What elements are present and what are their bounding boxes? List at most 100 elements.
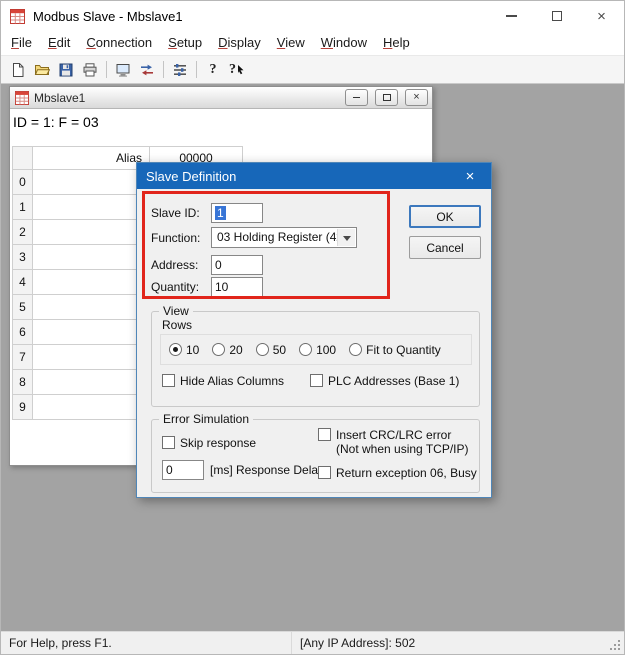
alias-cell[interactable] (33, 370, 150, 395)
alias-cell[interactable] (33, 395, 150, 420)
function-dropdown[interactable]: 03 Holding Register (4x) (211, 227, 357, 248)
communication-icon (139, 62, 155, 78)
cancel-button[interactable]: Cancel (409, 236, 481, 259)
status-connection-text: [Any IP Address]: 502 (292, 636, 624, 650)
row-number[interactable]: 6 (12, 320, 33, 345)
ok-button[interactable]: OK (409, 205, 481, 228)
document-minimize-button[interactable] (345, 89, 368, 106)
crc-error-checkbox[interactable]: Insert CRC/LRC error (Not when using TCP… (318, 428, 469, 456)
toolbar-display-button[interactable] (111, 58, 135, 81)
maximize-icon (552, 11, 562, 21)
minimize-icon (506, 15, 517, 17)
alias-cell[interactable] (33, 245, 150, 270)
error-simulation-group: Error Simulation Skip response Insert CR… (151, 419, 480, 493)
alias-cell[interactable] (33, 170, 150, 195)
alias-cell[interactable] (33, 295, 150, 320)
status-bar: For Help, press F1. [Any IP Address]: 50… (1, 631, 624, 654)
toolbar-print-button[interactable] (78, 58, 102, 81)
maximize-button[interactable] (534, 1, 579, 31)
rows-option-label: 20 (229, 343, 242, 357)
dialog-close-button[interactable]: × (449, 163, 491, 189)
rows-option-50[interactable]: 50 (256, 343, 286, 357)
document-title-bar[interactable]: Mbslave1 × (10, 87, 432, 109)
radio-icon (256, 343, 269, 356)
checkbox-icon (162, 436, 175, 449)
checkbox-icon (310, 374, 323, 387)
address-input[interactable]: 0 (211, 255, 263, 275)
dialog-body: Slave ID: 1 Function: 03 Holding Registe… (137, 189, 491, 497)
hide-alias-label: Hide Alias Columns (180, 374, 284, 388)
row-number[interactable]: 5 (12, 295, 33, 320)
chevron-down-icon[interactable] (337, 229, 355, 246)
address-value: 0 (215, 258, 222, 272)
menu-view[interactable]: View (269, 32, 313, 54)
return-exception-label: Return exception 06, Busy (336, 466, 477, 480)
menu-setup[interactable]: Setup (160, 32, 210, 54)
error-group-title: Error Simulation (159, 412, 253, 426)
toolbar-communication-button[interactable] (135, 58, 159, 81)
address-label: Address: (151, 258, 198, 272)
document-icon (15, 91, 29, 105)
slave-id-input[interactable]: 1 (211, 203, 263, 223)
quantity-input[interactable]: 10 (211, 277, 263, 297)
rows-option-fit[interactable]: Fit to Quantity (349, 343, 441, 357)
checkbox-icon (318, 428, 331, 441)
toolbar-new-button[interactable] (6, 58, 30, 81)
resize-grip[interactable] (618, 648, 620, 650)
alias-column-header[interactable]: Alias (33, 146, 150, 170)
menu-window[interactable]: Window (313, 32, 375, 54)
menu-file[interactable]: File (3, 32, 40, 54)
alias-cell[interactable] (33, 195, 150, 220)
alias-cell[interactable] (33, 320, 150, 345)
minimize-button[interactable] (489, 1, 534, 31)
title-bar: Modbus Slave - Mbslave1 × (1, 1, 624, 31)
rows-option-100[interactable]: 100 (299, 343, 336, 357)
row-number[interactable]: 0 (12, 170, 33, 195)
new-document-icon (10, 62, 26, 78)
crc-error-label-line1: Insert CRC/LRC error (336, 428, 469, 442)
row-number[interactable]: 2 (12, 220, 33, 245)
toolbar-setup-button[interactable] (168, 58, 192, 81)
close-icon: × (466, 168, 475, 185)
toolbar-context-help-button[interactable]: ? (225, 58, 249, 81)
row-number[interactable]: 1 (12, 195, 33, 220)
document-maximize-button[interactable] (375, 89, 398, 106)
row-number[interactable]: 3 (12, 245, 33, 270)
toolbar-help-button[interactable]: ? (201, 58, 225, 81)
plc-addresses-checkbox[interactable]: PLC Addresses (Base 1) (310, 374, 459, 388)
dialog-title-bar[interactable]: Slave Definition × (137, 163, 491, 189)
hide-alias-checkbox[interactable]: Hide Alias Columns (162, 374, 284, 388)
alias-cell[interactable] (33, 220, 150, 245)
close-button[interactable]: × (579, 1, 624, 31)
rows-option-label: 100 (316, 343, 336, 357)
quantity-label: Quantity: (151, 280, 199, 294)
skip-response-checkbox[interactable]: Skip response (162, 436, 256, 450)
return-exception-checkbox[interactable]: Return exception 06, Busy (318, 466, 477, 480)
response-delay-input[interactable]: 0 (162, 460, 204, 480)
response-delay-value: 0 (166, 463, 173, 477)
menu-help[interactable]: Help (375, 32, 418, 54)
toolbar-save-button[interactable] (54, 58, 78, 81)
row-number[interactable]: 4 (12, 270, 33, 295)
status-help-text: For Help, press F1. (1, 636, 291, 650)
checkbox-icon (162, 374, 175, 387)
menu-edit[interactable]: Edit (40, 32, 78, 54)
row-number[interactable]: 7 (12, 345, 33, 370)
setup-icon (172, 62, 188, 78)
crc-error-label-line2: (Not when using TCP/IP) (336, 442, 469, 456)
alias-cell[interactable] (33, 270, 150, 295)
rows-option-10[interactable]: 10 (169, 343, 199, 357)
document-close-button[interactable]: × (405, 89, 428, 106)
function-label: Function: (151, 231, 200, 245)
rows-option-20[interactable]: 20 (212, 343, 242, 357)
toolbar-open-button[interactable] (30, 58, 54, 81)
rows-option-label: 10 (186, 343, 199, 357)
alias-cell[interactable] (33, 345, 150, 370)
menu-connection[interactable]: Connection (78, 32, 160, 54)
row-number[interactable]: 9 (12, 395, 33, 420)
window-title: Modbus Slave - Mbslave1 (33, 9, 489, 24)
view-group: View Rows 10 20 50 (151, 311, 480, 407)
row-number[interactable]: 8 (12, 370, 33, 395)
plc-addresses-label: PLC Addresses (Base 1) (328, 374, 459, 388)
menu-display[interactable]: Display (210, 32, 269, 54)
